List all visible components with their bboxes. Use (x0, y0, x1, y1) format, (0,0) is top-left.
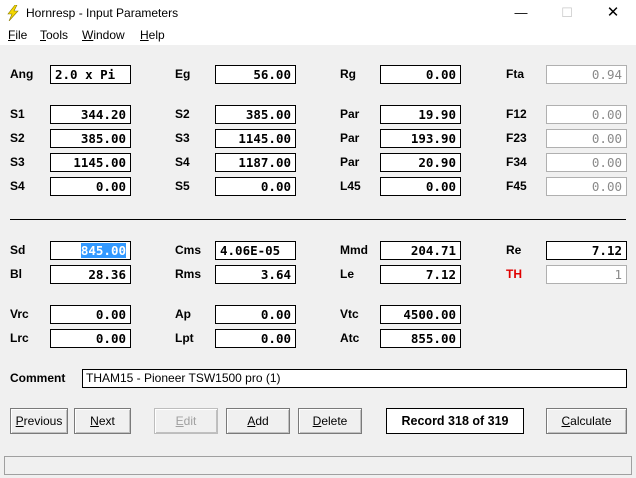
sd-value: 845.00 (80, 243, 126, 258)
next-button[interactable]: Next (74, 408, 131, 434)
mmd-label: Mmd (340, 243, 368, 257)
s3-label: S3 (10, 155, 25, 169)
bl-field[interactable]: 28.36 (50, 265, 131, 284)
s4b-field[interactable]: 1187.00 (215, 153, 296, 172)
record-indicator: Record 318 of 319 (386, 408, 524, 434)
minimize-button[interactable]: — (498, 0, 544, 27)
par2-label: Par (340, 131, 360, 145)
title-bar: Hornresp - Input Parameters — ☐ ✕ (0, 0, 636, 27)
f12-field: 0.00 (546, 105, 627, 124)
lrc-label: Lrc (10, 331, 29, 345)
close-button[interactable]: ✕ (590, 0, 636, 27)
s4-label: S4 (10, 179, 25, 193)
sd-label: Sd (10, 243, 26, 257)
f45-label: F45 (506, 179, 527, 193)
th-label: TH (506, 267, 522, 281)
f45-field: 0.00 (546, 177, 627, 196)
rg-field[interactable]: 0.00 (380, 65, 461, 84)
s2b-label: S2 (175, 107, 190, 121)
section-divider (10, 219, 626, 220)
par3-field[interactable]: 20.90 (380, 153, 461, 172)
s2-field[interactable]: 385.00 (50, 129, 131, 148)
rms-label: Rms (175, 267, 202, 281)
add-button[interactable]: Add (226, 408, 290, 434)
f34-field: 0.00 (546, 153, 627, 172)
le-field[interactable]: 7.12 (380, 265, 461, 284)
fta-label: Fta (506, 67, 524, 81)
vrc-label: Vrc (10, 307, 29, 321)
f23-field: 0.00 (546, 129, 627, 148)
lpt-field[interactable]: 0.00 (215, 329, 296, 348)
s3-field[interactable]: 1145.00 (50, 153, 131, 172)
rms-field[interactable]: 3.64 (215, 265, 296, 284)
ang-field[interactable]: 2.0 x Pi (50, 65, 131, 84)
par1-label: Par (340, 107, 360, 121)
delete-button[interactable]: Delete (298, 408, 362, 434)
re-field[interactable]: 7.12 (546, 241, 627, 260)
l45-label: L45 (340, 179, 361, 193)
status-bar (4, 456, 632, 475)
s5-label: S5 (175, 179, 190, 193)
s1-field[interactable]: 344.20 (50, 105, 131, 124)
mmd-field[interactable]: 204.71 (380, 241, 461, 260)
re-label: Re (506, 243, 522, 257)
comment-label: Comment (10, 371, 66, 385)
window-title: Hornresp - Input Parameters (26, 6, 179, 20)
f23-label: F23 (506, 131, 527, 145)
sd-field[interactable]: 845.00 (50, 241, 131, 260)
s1-label: S1 (10, 107, 25, 121)
eg-label: Eg (175, 67, 191, 81)
par2-field[interactable]: 193.90 (380, 129, 461, 148)
rg-label: Rg (340, 67, 356, 81)
previous-button[interactable]: Previous (10, 408, 68, 434)
atc-label: Atc (340, 331, 360, 345)
cms-field[interactable]: 4.06E-05 (215, 241, 296, 260)
f34-label: F34 (506, 155, 527, 169)
par1-field[interactable]: 19.90 (380, 105, 461, 124)
ang-label: Ang (10, 67, 34, 81)
maximize-button[interactable]: ☐ (544, 0, 590, 27)
lpt-label: Lpt (175, 331, 194, 345)
ap-label: Ap (175, 307, 191, 321)
ap-field[interactable]: 0.00 (215, 305, 296, 324)
par3-label: Par (340, 155, 360, 169)
eg-field[interactable]: 56.00 (215, 65, 296, 84)
menu-bar: File Tools Window Help (0, 27, 636, 45)
edit-button[interactable]: Edit (154, 408, 218, 434)
bl-label: Bl (10, 267, 22, 281)
menu-window[interactable]: Window (82, 28, 125, 42)
atc-field[interactable]: 855.00 (380, 329, 461, 348)
menu-file[interactable]: File (8, 28, 27, 42)
s3b-label: S3 (175, 131, 190, 145)
fta-field: 0.94 (546, 65, 627, 84)
s4-field[interactable]: 0.00 (50, 177, 131, 196)
cms-label: Cms (175, 243, 202, 257)
s2-label: S2 (10, 131, 25, 145)
f12-label: F12 (506, 107, 527, 121)
lrc-field[interactable]: 0.00 (50, 329, 131, 348)
lightning-bolt-icon (7, 5, 19, 21)
menu-tools[interactable]: Tools (40, 28, 68, 42)
comment-field[interactable]: THAM15 - Pioneer TSW1500 pro (1) (82, 369, 627, 388)
s5-field[interactable]: 0.00 (215, 177, 296, 196)
vtc-field[interactable]: 4500.00 (380, 305, 461, 324)
calculate-button[interactable]: Calculate (546, 408, 627, 434)
vrc-field[interactable]: 0.00 (50, 305, 131, 324)
menu-help[interactable]: Help (140, 28, 165, 42)
s2b-field[interactable]: 385.00 (215, 105, 296, 124)
l45-field[interactable]: 0.00 (380, 177, 461, 196)
le-label: Le (340, 267, 355, 281)
s4b-label: S4 (175, 155, 190, 169)
vtc-label: Vtc (340, 307, 359, 321)
s3b-field[interactable]: 1145.00 (215, 129, 296, 148)
th-field: 1 (546, 265, 627, 284)
